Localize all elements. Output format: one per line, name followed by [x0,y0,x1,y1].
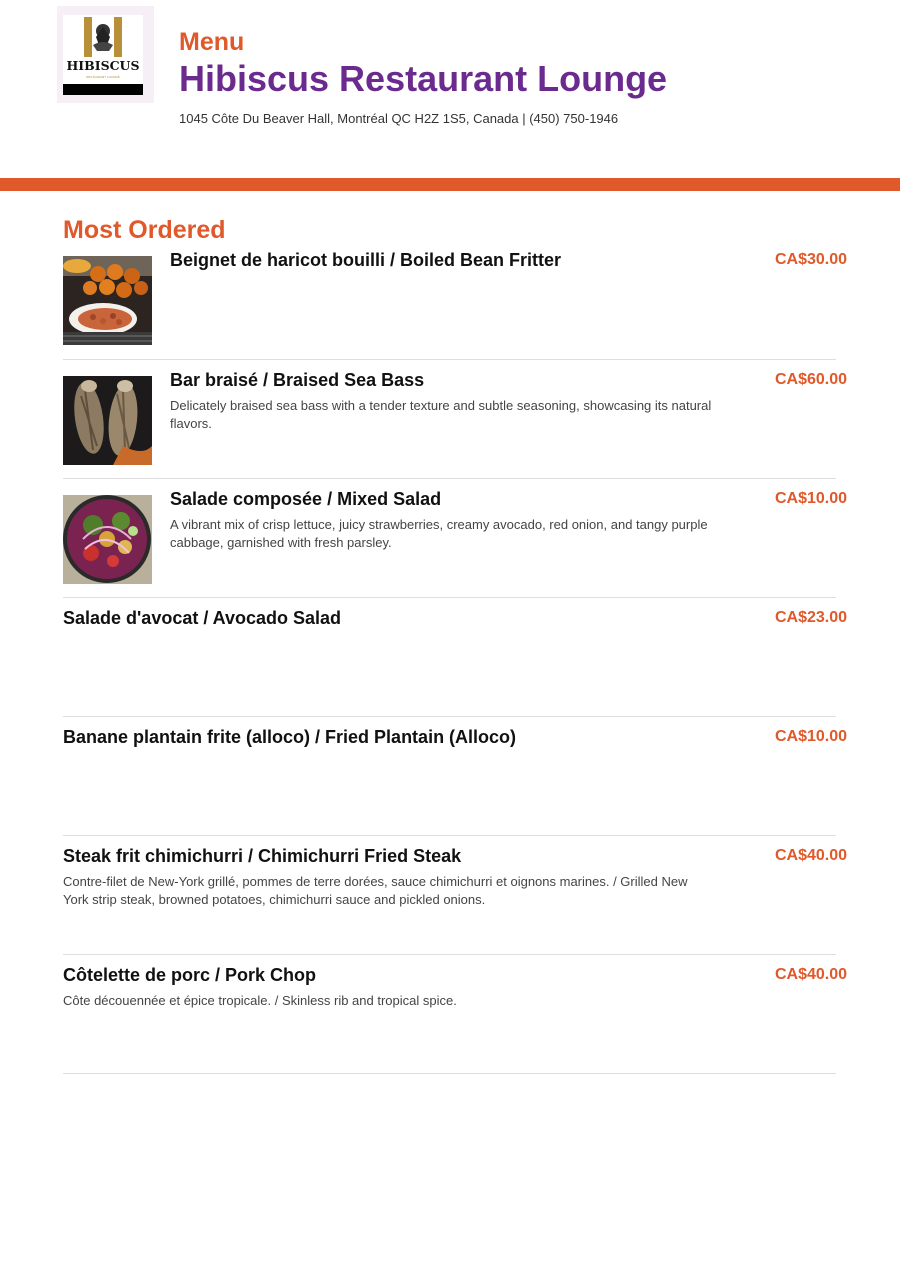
menu-label: Menu [179,28,245,56]
restaurant-address: 1045 Côte Du Beaver Hall, Montréal QC H2… [179,111,619,126]
restaurant-logo: HIBISCUS RESTAURANT LOUNGE [63,15,143,95]
item-body: Banane plantain frite (alloco) / Fried P… [63,726,713,748]
item-body: Steak frit chimichurri / Chimichurri Fri… [63,845,713,909]
menu-item[interactable]: Beignet de haricot bouilli / Boiled Bean… [63,240,847,360]
item-name: Salade composée / Mixed Salad [170,489,442,509]
item-name: Banane plantain frite (alloco) / Fried P… [63,727,517,747]
header-text: Menu Hibiscus Restaurant Lounge 1045 Côt… [179,27,667,126]
item-price: CA$10.00 [774,728,847,745]
logo-bar [63,84,143,95]
menu-item[interactable]: Côtelette de porc / Pork Chop Côte décou… [63,955,847,1074]
bean-fritter-photo [63,256,152,345]
item-price: CA$60.00 [774,371,847,388]
item-name: Steak frit chimichurri / Chimichurri Fri… [63,846,462,866]
item-price: CA$40.00 [774,966,847,983]
svg-text:HIBISCUS: HIBISCUS [67,58,140,73]
logo-frame: HIBISCUS RESTAURANT LOUNGE [57,6,154,103]
item-body: Salade composée / Mixed Salad A vibrant … [170,488,720,552]
menu-item-list: Beignet de haricot bouilli / Boiled Bean… [63,240,900,1074]
accent-divider-bar [0,178,900,191]
menu-item[interactable]: Steak frit chimichurri / Chimichurri Fri… [63,836,847,955]
item-name: Salade d'avocat / Avocado Salad [63,608,342,628]
menu-header: HIBISCUS RESTAURANT LOUNGE Menu Hibiscus… [0,0,900,178]
item-name: Beignet de haricot bouilli / Boiled Bean… [170,250,562,270]
item-body: Salade d'avocat / Avocado Salad [63,607,713,629]
menu-item[interactable]: Salade composée / Mixed Salad A vibrant … [63,479,847,598]
menu-item[interactable]: Bar braisé / Braised Sea Bass Delicately… [63,360,847,479]
sea-bass-photo [63,376,152,465]
item-description: Côte découennée et épice tropicale. / Sk… [63,993,457,1008]
item-price: CA$10.00 [774,490,847,507]
item-description: Delicately braised sea bass with a tende… [170,398,712,431]
item-price: CA$30.00 [774,251,847,268]
hibiscus-logo-graphic: HIBISCUS RESTAURANT LOUNGE [67,17,140,79]
mixed-salad-photo [63,495,152,584]
item-body: Bar braisé / Braised Sea Bass Delicately… [170,369,720,433]
item-name: Côtelette de porc / Pork Chop [63,965,317,985]
item-description: A vibrant mix of crisp lettuce, juicy st… [170,517,708,550]
menu-item[interactable]: Salade d'avocat / Avocado Salad CA$23.00 [63,598,847,717]
most-ordered-section: Most Ordered Beignet de haricot bouilli … [0,191,900,1074]
item-price: CA$23.00 [774,609,847,626]
item-name: Bar braisé / Braised Sea Bass [170,370,425,390]
menu-item[interactable]: Banane plantain frite (alloco) / Fried P… [63,717,847,836]
restaurant-name: Hibiscus Restaurant Lounge [179,58,668,99]
item-price: CA$40.00 [774,847,847,864]
item-body: Côtelette de porc / Pork Chop Côte décou… [63,964,713,1010]
item-body: Beignet de haricot bouilli / Boiled Bean… [170,249,720,271]
svg-text:RESTAURANT LOUNGE: RESTAURANT LOUNGE [86,75,119,79]
item-description: Contre-filet de New-York grillé, pommes … [63,874,688,907]
